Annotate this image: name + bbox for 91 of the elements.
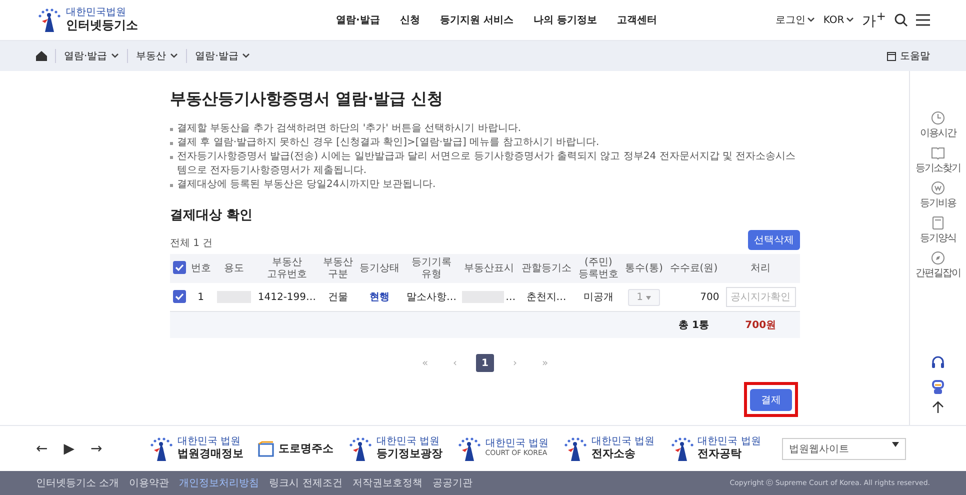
quick-menu-link[interactable]: 등기소찾기 [916, 161, 960, 175]
logo-title[interactable]: 인터넷등기소 [66, 18, 138, 32]
nav-link[interactable]: 등기지원 서비스 [440, 13, 514, 27]
carousel-control[interactable]: ▶ [64, 440, 75, 456]
site-subtitle[interactable]: 대한민국 법원 [591, 436, 655, 447]
page-button[interactable]: 1 [476, 354, 494, 372]
site-title[interactable]: 법원경매정보 [177, 446, 244, 460]
carousel-control[interactable]: ← [36, 440, 48, 456]
column-header: 부동산표시 [460, 254, 518, 283]
home-icon[interactable] [36, 51, 47, 61]
clock-icon [931, 111, 945, 125]
site-title[interactable]: 도로명주소 [278, 442, 334, 456]
breadcrumb-item[interactable]: 열람·발급 [64, 49, 108, 63]
column-header: 처리 [721, 254, 800, 283]
notice-text: 결제대상에 등록된 부동산은 당일24시까지만 보관됩니다. [177, 178, 436, 192]
total-copies: 총 1통 [666, 312, 722, 338]
robot-icon[interactable] [930, 377, 946, 395]
footer-link[interactable]: 이용약관 [129, 476, 170, 490]
site-title[interactable]: 등기정보광장 [376, 446, 442, 460]
emblem-icon [36, 7, 62, 33]
calendar-icon [887, 51, 896, 61]
column-header: (주민) 등록번호 [574, 254, 622, 283]
site-title[interactable]: 전자소송 [591, 446, 655, 460]
won-coin-icon [931, 181, 945, 195]
select-all-checkbox[interactable] [172, 260, 186, 274]
notice-text: 전자등기사항증명서 발급(전송) 시에는 일반발급과 달리 서면으로 등기사항증명서가 출력되지 않고 정부24 전자문서지갑 및 전자소송시스템으로 전자등기사항증명서가 제출됩니다. [177, 150, 797, 178]
total-fee: 700원 [721, 312, 800, 338]
quick-menu-link[interactable]: 이용시간 [920, 126, 956, 140]
breadcrumb-item[interactable]: 부동산 [136, 49, 166, 63]
quick-menu-link[interactable]: 간편길잡이 [916, 266, 960, 280]
headset-icon[interactable] [930, 355, 946, 371]
site-subtitle[interactable]: 대한민국 법원 [698, 436, 761, 447]
notice-text: 결제 후 열람·발급하지 못하신 경우 [신청결과 확인]>[열람·발급] 메뉴를 참고하시기 바랍니다. [177, 136, 600, 150]
column-header: 용도 [214, 254, 254, 283]
column-header: 통수(통) [622, 254, 666, 283]
up-arrow-icon[interactable] [932, 401, 944, 413]
footer-link[interactable]: 공공기관 [432, 476, 472, 490]
footer-link[interactable]: 저작권보호정책 [352, 476, 422, 490]
nav-link[interactable]: 고객센터 [616, 13, 657, 27]
caret-icon [892, 442, 899, 446]
emblem-icon [347, 436, 374, 462]
page-title: 부동산등기사항증명서 열람·발급 신청 [170, 89, 444, 110]
site-subtitle[interactable]: 대한민국 법원 [376, 436, 442, 447]
column-header: 등기상태 [356, 254, 403, 283]
row-checkbox[interactable] [172, 290, 186, 302]
site-subtitle[interactable]: 대한민국 법원 [485, 439, 548, 450]
compass-icon [931, 251, 945, 265]
chevron-icon [111, 53, 120, 59]
column-header: 수수료(원) [666, 254, 722, 283]
chevron-icon [807, 17, 816, 23]
site-select[interactable]: 법원웹사이트 [782, 438, 906, 460]
emblem-icon [456, 436, 482, 462]
quick-menu-link[interactable]: 등기비용 [920, 196, 956, 210]
section-title: 결제대상 확인 [170, 207, 254, 224]
footer-link[interactable]: 인터넷등기소 소개 [36, 476, 120, 490]
font-size-button[interactable]: 가$^{+}$ [862, 9, 886, 31]
square-icon [257, 440, 276, 456]
footer-link[interactable]: 링크시 전제조건 [269, 476, 342, 490]
emblem-icon [668, 436, 695, 462]
column-header: 등기기록 유형 [402, 254, 460, 283]
column-header: 번호 [188, 254, 214, 283]
chevron-icon [170, 53, 178, 59]
nav-link[interactable]: 나의 등기정보 [533, 13, 597, 27]
language-select[interactable]: KOR [823, 14, 844, 26]
book-icon [931, 146, 945, 160]
caret-icon [646, 296, 652, 300]
total-count: 전체 1 건 [170, 237, 213, 250]
quick-menu-link[interactable]: 등기양식 [920, 231, 956, 245]
document-icon [932, 216, 944, 230]
emblem-icon [562, 436, 588, 462]
notice-text: 결제할 부동산을 추가 검색하려면 하단의 '추가' 버튼을 선택하시기 바랍니다. [177, 122, 522, 136]
nav-link[interactable]: 신청 [400, 13, 420, 27]
login-link[interactable]: 로그인 [775, 13, 806, 27]
ellipsis-text: … [506, 292, 516, 302]
chevron-icon [242, 53, 250, 59]
breadcrumb-item[interactable]: 열람·발급 [195, 49, 238, 63]
search-icon[interactable] [894, 13, 908, 27]
pay-button[interactable]: 결제 [750, 389, 792, 411]
chevron-icon [846, 17, 854, 23]
site-subtitle[interactable]: 대한민국 법원 [177, 436, 244, 447]
delete-selected-button[interactable]: 선택삭제 [748, 230, 800, 250]
logo-subtitle: 대한민국법원 [66, 8, 127, 18]
column-header: 부동산 구분 [320, 254, 356, 283]
emblem-icon [148, 436, 174, 462]
carousel-control[interactable]: → [90, 440, 102, 456]
help-link[interactable]: 도움말 [900, 49, 930, 63]
column-header: 관할등기소 [518, 254, 575, 283]
site-title[interactable]: 전자공탁 [698, 446, 761, 460]
column-header: 부동산 고유번호 [254, 254, 320, 283]
nav-link[interactable]: 열람·발급 [336, 13, 380, 27]
menu-icon[interactable] [916, 14, 930, 26]
